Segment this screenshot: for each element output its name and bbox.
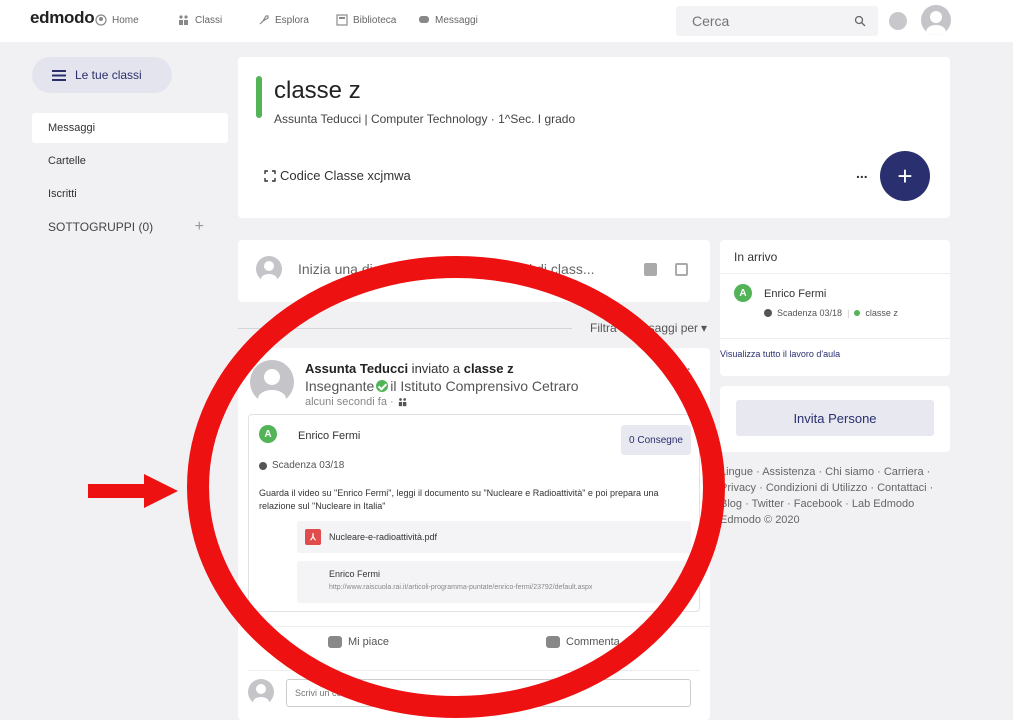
top-nav: edmodo Home Classi Esplora Biblioteca Me… bbox=[0, 0, 1013, 42]
nav-biblioteca[interactable]: Biblioteca bbox=[336, 14, 396, 26]
add-subgroup-icon[interactable]: + bbox=[195, 218, 204, 236]
nav-messaggi-label: Messaggi bbox=[435, 14, 478, 26]
view-all-link[interactable]: Visualizza tutto il lavoro d'aula bbox=[720, 349, 840, 359]
add-button[interactable]: + bbox=[880, 151, 930, 201]
class-code-label: Codice Classe xcjmwa bbox=[280, 168, 411, 183]
incoming-item-class: classe z bbox=[865, 308, 898, 318]
search-icon[interactable] bbox=[854, 15, 866, 27]
red-arrow-annotation bbox=[88, 474, 178, 508]
hamburger-icon bbox=[52, 69, 66, 81]
nav-esplora[interactable]: Esplora bbox=[258, 14, 309, 26]
sidebar-menu: Messaggi Cartelle Iscritti SOTTOGRUPPI (… bbox=[32, 113, 228, 242]
your-classes-label: Le tue classi bbox=[75, 68, 142, 82]
message-icon bbox=[419, 16, 429, 23]
nav-classi[interactable]: Classi bbox=[178, 14, 222, 26]
user-avatar[interactable] bbox=[921, 5, 951, 35]
classes-icon bbox=[179, 15, 188, 25]
edmodo-logo[interactable]: edmodo bbox=[30, 8, 95, 28]
incoming-item-due: Scadenza 03/18 bbox=[777, 308, 843, 318]
avatar-silhouette-icon bbox=[926, 11, 946, 35]
rocket-icon bbox=[259, 15, 269, 25]
nav-esplora-label: Esplora bbox=[275, 14, 309, 26]
separator: | bbox=[847, 308, 850, 318]
nav-messaggi[interactable]: Messaggi bbox=[418, 14, 478, 26]
sidebar-item-cartelle[interactable]: Cartelle bbox=[32, 146, 228, 176]
sidebar-item-messaggi[interactable]: Messaggi bbox=[32, 113, 228, 143]
incoming-card: In arrivo A Enrico Fermi Scadenza 03/18 … bbox=[720, 240, 950, 376]
footer-links[interactable]: Lingue · Assistenza · Chi siamo · Carrie… bbox=[720, 464, 956, 528]
incoming-header: In arrivo bbox=[734, 250, 778, 264]
red-circle-annotation bbox=[187, 256, 725, 718]
invite-card: Invita Persone bbox=[720, 386, 950, 452]
search-box bbox=[676, 6, 878, 36]
class-more-button[interactable]: ... bbox=[856, 165, 868, 181]
class-subtitle: Assunta Teducci | Computer Technology · … bbox=[274, 112, 576, 126]
library-icon bbox=[336, 14, 348, 26]
class-code[interactable]: Codice Classe xcjmwa bbox=[264, 168, 411, 183]
subgroups-label: SOTTOGRUPPI (0) bbox=[48, 220, 154, 234]
class-header-card: classe z Assunta Teducci | Computer Tech… bbox=[238, 57, 950, 218]
incoming-item-meta: Scadenza 03/18 | classe z bbox=[764, 308, 898, 318]
nav-home[interactable]: Home bbox=[95, 14, 139, 26]
class-title: classe z bbox=[274, 77, 361, 104]
sidebar-subgroups: SOTTOGRUPPI (0) + bbox=[32, 212, 228, 242]
nav-home-label: Home bbox=[112, 14, 139, 26]
divider bbox=[720, 273, 950, 274]
nav-classi-label: Classi bbox=[195, 14, 223, 26]
class-color-bar bbox=[256, 76, 262, 118]
invite-people-button[interactable]: Invita Persone bbox=[736, 400, 934, 436]
notification-bell-icon[interactable] bbox=[889, 12, 907, 30]
incoming-item-name[interactable]: Enrico Fermi bbox=[764, 288, 826, 300]
class-dot-icon bbox=[854, 310, 861, 316]
home-icon bbox=[95, 14, 107, 26]
your-classes-button[interactable]: Le tue classi bbox=[32, 57, 172, 93]
fullscreen-icon bbox=[264, 169, 276, 182]
nav-biblioteca-label: Biblioteca bbox=[353, 14, 397, 26]
search-input[interactable] bbox=[676, 6, 836, 36]
sidebar-item-iscritti[interactable]: Iscritti bbox=[32, 179, 228, 209]
divider bbox=[720, 338, 950, 339]
assignment-icon: A bbox=[734, 284, 752, 302]
clock-icon bbox=[764, 309, 772, 317]
